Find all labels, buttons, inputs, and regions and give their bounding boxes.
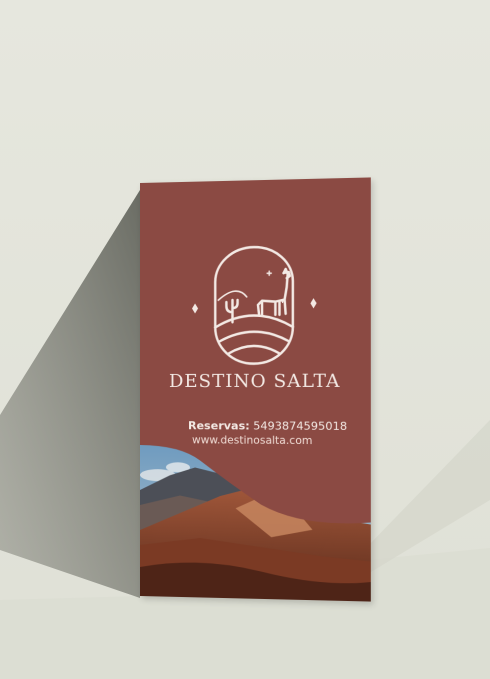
landscape-photo (140, 445, 371, 602)
card-front: DESTINO SALTA Reservas: 5493874595018 ww… (140, 177, 371, 602)
diamond-icon (192, 303, 199, 314)
diamond-icon (310, 298, 317, 309)
llama-landscape-logo-icon (192, 240, 317, 371)
reservations-label: Reservas: (188, 419, 250, 433)
reservations-line: Reservas: 5493874595018 (188, 419, 347, 433)
reservations-number: 5493874595018 (253, 419, 348, 434)
business-card: DESTINO SALTA Reservas: 5493874595018 ww… (140, 177, 371, 602)
brand-name: DESTINO SALTA (168, 370, 341, 393)
